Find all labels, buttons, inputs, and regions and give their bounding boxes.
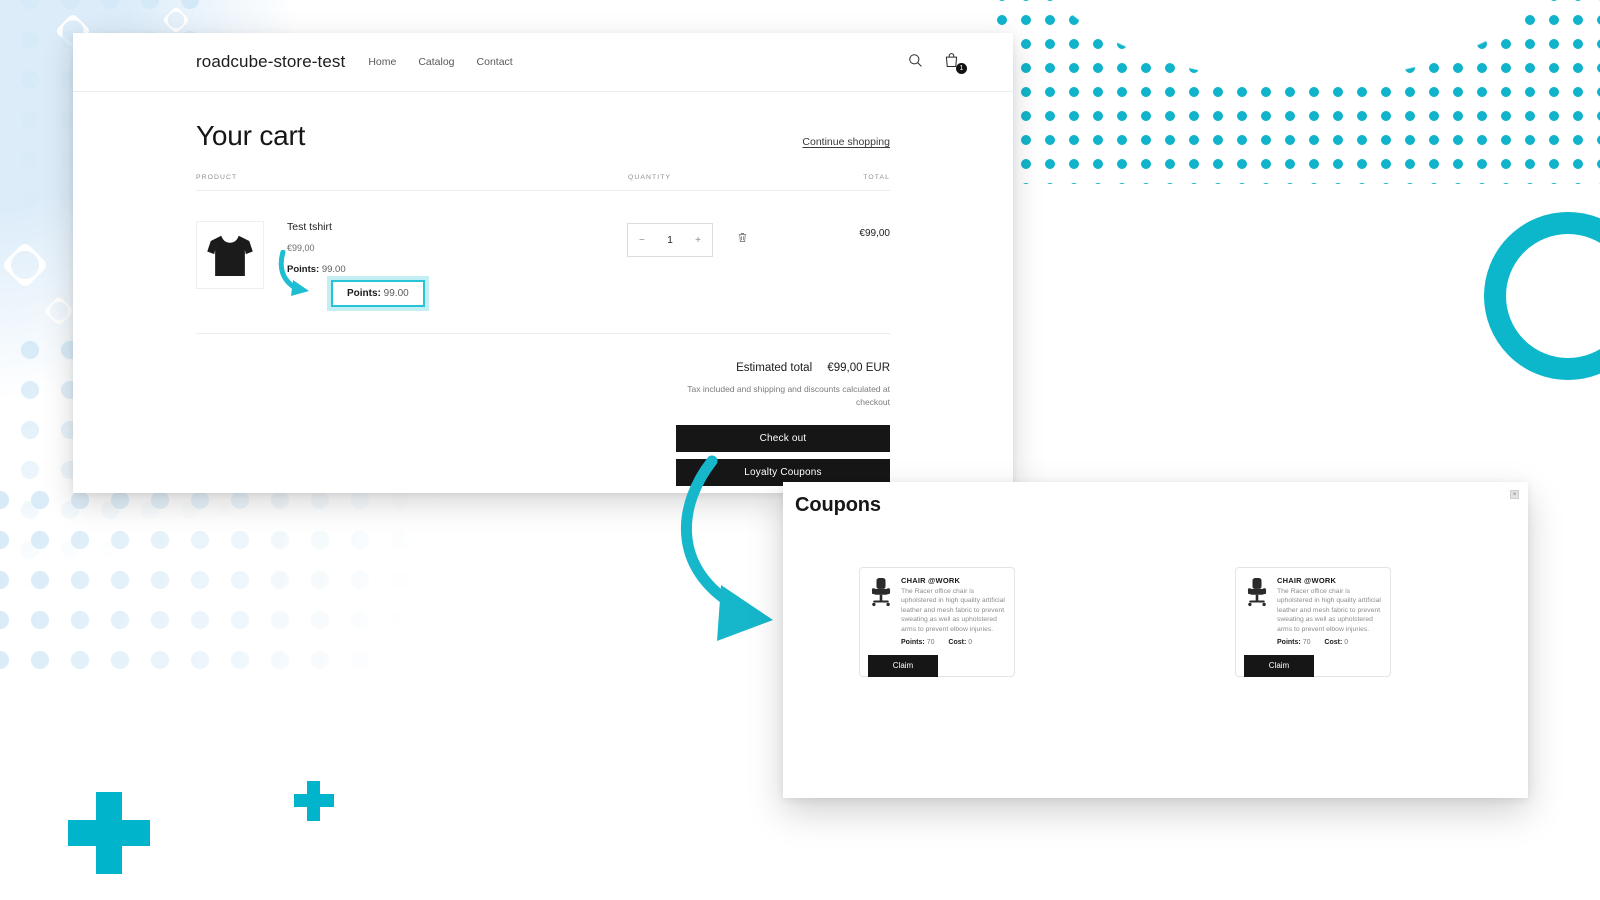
store-page-window: roadcube-store-test Home Catalog Contact… xyxy=(73,33,1013,493)
cart-item-price: €99,00 xyxy=(287,243,315,253)
background-dot-arc-teal xyxy=(990,0,1600,184)
coupon-meta: Points: 70 Cost: 0 xyxy=(1277,639,1382,646)
coupon-card[interactable]: CHAIR @WORK The Racer office chair is up… xyxy=(859,567,1015,677)
store-brand: roadcube-store-test xyxy=(196,52,346,71)
background-dot-pattern-bottom xyxy=(0,480,680,680)
coupon-list: CHAIR @WORK The Racer office chair is up… xyxy=(783,517,1528,677)
cart-item-points-value: 99.00 xyxy=(321,264,346,275)
quantity-decrease-button[interactable]: − xyxy=(639,235,645,246)
cart-body: Your cart Continue shopping PRODUCT QUAN… xyxy=(73,92,1013,487)
sparkle-icon xyxy=(161,5,191,35)
coupon-meta: Points: 70 Cost: 0 xyxy=(901,639,1006,646)
background-ring-teal xyxy=(1484,212,1600,380)
nav-item-catalog[interactable]: Catalog xyxy=(418,56,454,68)
quantity-value[interactable]: 1 xyxy=(667,235,673,246)
coupon-text: CHAIR @WORK The Racer office chair is up… xyxy=(1277,576,1382,646)
claim-button[interactable]: Claim xyxy=(1244,654,1314,677)
cart-item-info: Test tshirt €99,00 Points: 99.00 xyxy=(287,221,627,275)
estimated-total-amount: €99,00 EUR xyxy=(827,362,890,374)
points-callout-label: Points: xyxy=(347,288,381,299)
nav-item-home[interactable]: Home xyxy=(368,56,396,68)
column-header-product: PRODUCT xyxy=(196,174,238,181)
coupon-points-value: 70 xyxy=(1302,638,1311,646)
cart-count-badge: 1 xyxy=(956,63,967,74)
nav-item-contact[interactable]: Contact xyxy=(477,56,513,68)
coupon-top: CHAIR @WORK The Racer office chair is up… xyxy=(1244,576,1382,646)
quantity-increase-button[interactable]: + xyxy=(695,235,701,246)
column-header-total: TOTAL xyxy=(863,174,890,181)
office-chair-icon xyxy=(868,576,894,646)
column-header-quantity: QUANTITY xyxy=(628,174,672,181)
main-nav: Home Catalog Contact xyxy=(368,56,512,68)
office-chair-icon xyxy=(1244,576,1270,646)
cart-totals: Estimated total €99,00 EUR Tax included … xyxy=(196,334,890,487)
coupon-cost-label: Cost: xyxy=(1324,638,1343,646)
continue-shopping-link[interactable]: Continue shopping xyxy=(802,136,890,152)
sparkle-icon xyxy=(43,295,75,327)
points-callout-value: 99.00 xyxy=(383,288,409,299)
coupon-description: The Racer office chair is upholstered in… xyxy=(901,588,1005,633)
header-actions: 1 xyxy=(907,52,967,74)
coupon-card[interactable]: CHAIR @WORK The Racer office chair is up… xyxy=(1235,567,1391,677)
cart-item-line-total: €99,00 xyxy=(859,228,890,239)
coupon-points-label: Points: xyxy=(901,638,925,646)
quantity-stepper[interactable]: − 1 + xyxy=(627,223,713,257)
points-callout: Points: 99.00 xyxy=(331,280,425,307)
store-header: roadcube-store-test Home Catalog Contact… xyxy=(73,33,1013,92)
coupons-modal: Coupons × CHAIR @WORK The Racer office c… xyxy=(783,482,1528,798)
cart-top-row: Your cart Continue shopping xyxy=(196,120,890,152)
cart-table-header: PRODUCT QUANTITY TOTAL xyxy=(196,174,890,191)
coupon-cost-label: Cost: xyxy=(948,638,967,646)
tshirt-icon[interactable] xyxy=(196,221,264,289)
trash-icon[interactable] xyxy=(736,231,749,249)
coupon-name: CHAIR @WORK xyxy=(901,576,961,585)
cart-bag-icon[interactable]: 1 xyxy=(943,52,967,74)
cart-item-points-label: Points: xyxy=(287,264,320,275)
modal-title: Coupons xyxy=(795,494,881,516)
claim-button[interactable]: Claim xyxy=(868,654,938,677)
tax-note: Tax included and shipping and discounts … xyxy=(687,384,890,408)
coupon-name: CHAIR @WORK xyxy=(1277,576,1337,585)
cart-item-name[interactable]: Test tshirt xyxy=(287,221,627,233)
cart-item-points: Points: 99.00 xyxy=(287,264,627,275)
estimated-total-row: Estimated total €99,00 EUR xyxy=(196,362,890,374)
close-icon[interactable]: × xyxy=(1510,490,1519,499)
coupon-cost-value: 0 xyxy=(1344,638,1349,646)
cart-line-item: Test tshirt €99,00 Points: 99.00 − 1 + €… xyxy=(196,191,890,334)
coupon-description: The Racer office chair is upholstered in… xyxy=(1277,588,1381,633)
checkout-button[interactable]: Check out xyxy=(676,425,890,453)
coupon-cost-value: 0 xyxy=(968,638,973,646)
cart-table: PRODUCT QUANTITY TOTAL Test tshirt €99,0… xyxy=(196,174,890,334)
cross-shape-small xyxy=(294,781,334,821)
search-icon[interactable] xyxy=(907,52,927,72)
page-title: Your cart xyxy=(196,120,306,151)
coupon-text: CHAIR @WORK The Racer office chair is up… xyxy=(901,576,1006,646)
coupon-top: CHAIR @WORK The Racer office chair is up… xyxy=(868,576,1006,646)
quantity-cell: − 1 + xyxy=(627,221,820,257)
screenshot-canvas: roadcube-store-test Home Catalog Contact… xyxy=(0,0,1600,900)
coupon-points-value: 70 xyxy=(926,638,935,646)
sparkle-icon xyxy=(0,240,50,290)
cross-shape-large xyxy=(68,792,150,874)
estimated-total-label: Estimated total xyxy=(736,362,813,374)
coupon-points-label: Points: xyxy=(1277,638,1301,646)
